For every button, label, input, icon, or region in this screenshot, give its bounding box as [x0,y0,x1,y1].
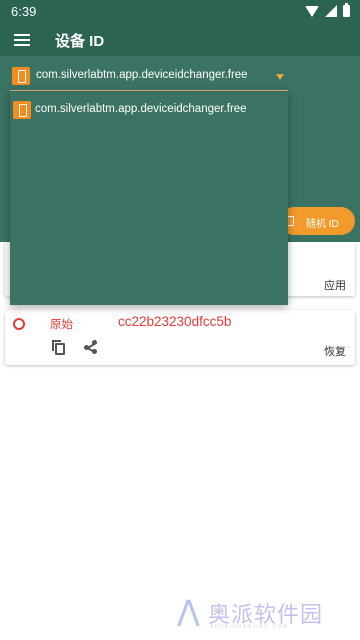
copy-icon[interactable] [52,340,66,355]
dropdown-arrow-icon[interactable] [276,74,284,80]
watermark: 奥派软件园 AOPAIRUANJIAN.COM [172,597,352,633]
watermark-logo-icon [172,599,206,627]
dropdown-item-label: com.silverlabtm.app.deviceidchanger.free [35,103,247,115]
apply-button[interactable]: 应用 [324,277,346,293]
restore-button[interactable]: 恢复 [324,343,346,359]
signal-icon [325,5,337,17]
app-icon [12,67,30,85]
original-label: 原始 [50,319,73,331]
device-id-value: cc22b23230dfcc5b [118,314,232,329]
wifi-icon [305,5,319,17]
page-title: 设备 ID [55,33,105,50]
original-id-card: 原始 cc22b23230dfcc5b 恢复 [5,310,355,365]
app-dropdown-popup: com.silverlabtm.app.deviceidchanger.free [10,92,288,305]
battery-icon [343,3,350,17]
app-icon [13,101,31,119]
status-icons [305,3,350,17]
app-selector-value: com.silverlabtm.app.deviceidchanger.free [36,69,248,81]
radio-button[interactable] [13,318,25,330]
watermark-subtext: AOPAIRUANJIAN.COM [210,624,289,630]
share-icon[interactable] [84,340,98,354]
dropdown-item[interactable]: com.silverlabtm.app.deviceidchanger.free [10,98,288,122]
random-id-button[interactable]: 随机 ID [280,207,355,235]
status-bar: 6:39 [0,0,360,24]
status-time: 6:39 [11,4,37,19]
app-selector[interactable]: com.silverlabtm.app.deviceidchanger.free [10,64,288,91]
app-bar: 设备 ID [0,24,360,56]
menu-icon[interactable] [14,34,30,46]
random-id-label: 随机 ID [306,219,339,230]
